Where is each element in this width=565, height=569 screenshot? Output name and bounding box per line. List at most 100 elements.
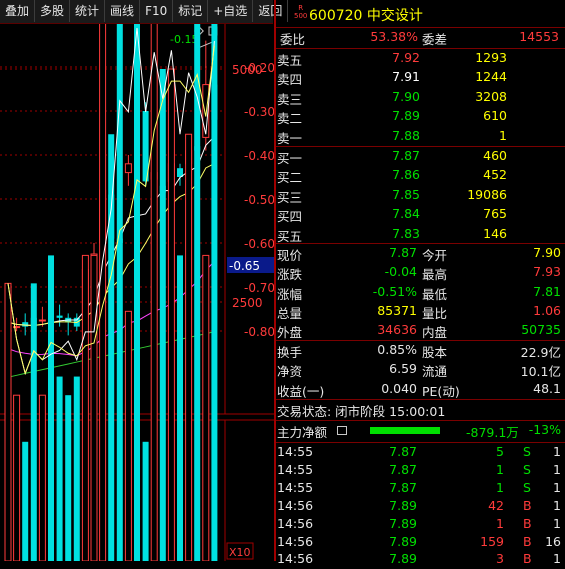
volume-bar <box>56 376 63 561</box>
weicha-label: 委差 <box>422 32 448 47</box>
volume-bar <box>65 395 72 561</box>
price-tick-label: -0.50 <box>244 193 275 207</box>
tick-price: 7.87 <box>389 461 417 477</box>
sell-level-row: 卖三 7.90 3208 <box>276 88 565 107</box>
stat-row: 外盘 34636 内盘 50735 <box>276 321 565 340</box>
tick-count: 1 <box>553 551 561 567</box>
level-label: 卖四 <box>277 72 303 88</box>
level-volume: 3208 <box>475 88 507 104</box>
fin-row: 净资 6.59 流通 10.1亿 <box>276 360 565 379</box>
tick-side: S <box>523 461 531 477</box>
weibi-row: 委比 53.38% 委差 14553 <box>276 28 565 47</box>
stat-row: 涨幅 -0.51% 最低 7.81 <box>276 283 565 302</box>
volume-bar <box>90 254 98 561</box>
stat-value: -0.04 <box>384 264 417 280</box>
list-icon[interactable] <box>337 426 347 435</box>
tick-row: 14:56 7.89 3 B 1 <box>276 550 565 569</box>
fin-value: 10.1亿 <box>520 364 561 380</box>
tick-time: 14:55 <box>277 444 314 459</box>
tick-volume: 42 <box>488 497 504 513</box>
tick-volume: 159 <box>480 533 504 549</box>
fin-row: 收益(一) 0.040 PE(动) 48.1 <box>276 380 565 399</box>
volume-bar <box>13 394 21 561</box>
tick-side: B <box>523 515 532 531</box>
toolbar-button-6[interactable]: +自选 <box>208 0 254 22</box>
fin-row: 换手 0.85% 股本 22.9亿 <box>276 341 565 360</box>
volume-bar <box>81 254 89 561</box>
stat-label: 外盘 <box>277 325 303 341</box>
tick-side: S <box>523 479 531 495</box>
level-price: 7.87 <box>392 148 420 163</box>
level-volume: 1 <box>499 127 507 143</box>
level-price: 7.91 <box>392 69 420 85</box>
stat-label: 现价 <box>277 248 303 263</box>
tick-row: 14:55 7.87 5 S 1 <box>276 443 565 462</box>
toolbar-button-3[interactable]: 画线 <box>105 0 141 22</box>
stat-label: 内盘 <box>422 325 448 341</box>
level-price: 7.88 <box>392 127 420 143</box>
volume-bar <box>185 133 193 561</box>
netflow-pct: -13% <box>528 422 561 437</box>
level-label: 买一 <box>277 151 303 166</box>
stat-label: 涨跌 <box>277 267 303 283</box>
tick-time: 14:55 <box>277 479 314 495</box>
tick-volume: 5 <box>496 444 504 459</box>
volume-bar <box>4 282 12 561</box>
level-label: 卖三 <box>277 91 303 107</box>
tick-time: 14:56 <box>277 533 314 549</box>
volume-tick-label: 2500 <box>232 296 263 310</box>
fin-value: 0.040 <box>381 380 417 396</box>
tick-side: B <box>523 533 532 549</box>
fin-value: 48.1 <box>533 380 561 396</box>
fin-label: 净资 <box>277 364 303 380</box>
tick-row: 14:55 7.87 1 S 1 <box>276 461 565 480</box>
kline-chart[interactable]: -0.20-0.30-0.40-0.50-0.60-0.65-0.70-0.80… <box>0 24 275 561</box>
netflow-row: 主力净额 -879.1万 -13% <box>276 421 565 440</box>
tick-row: 14:55 7.87 1 S 1 <box>276 479 565 498</box>
fin-label: PE(动) <box>422 383 460 399</box>
stat-label: 总量 <box>277 305 303 321</box>
tick-count: 1 <box>553 444 561 459</box>
fin-value: 22.9亿 <box>520 345 561 360</box>
level-label: 卖二 <box>277 111 303 127</box>
volume-bar <box>167 68 175 561</box>
level-label: 买二 <box>277 170 303 186</box>
volume-bar <box>150 24 158 561</box>
stat-value: 85371 <box>377 302 417 318</box>
weicha-value: 14553 <box>519 29 559 44</box>
tick-time: 14:56 <box>277 515 314 531</box>
tick-volume: 3 <box>496 551 504 567</box>
tick-volume: 1 <box>496 461 504 477</box>
fin-label: 股本 <box>422 345 448 360</box>
tick-price: 7.89 <box>389 497 417 513</box>
volume-bar <box>211 24 218 561</box>
stat-value: 34636 <box>377 322 417 338</box>
toolbar-button-4[interactable]: F10 <box>140 0 174 22</box>
volume-bar <box>177 255 183 561</box>
toolbar-button-2[interactable]: 统计 <box>70 0 106 22</box>
level-label: 买三 <box>277 189 303 205</box>
toolbar-button-5[interactable]: 标记 <box>173 0 209 22</box>
volume-bar <box>38 394 46 561</box>
tick-count: 1 <box>553 479 561 495</box>
tick-side: S <box>523 444 531 459</box>
tick-price: 7.87 <box>389 444 417 459</box>
level-price: 7.84 <box>392 206 420 222</box>
stock-header: R 500 600720 中交设计 <box>276 2 565 26</box>
stat-row: 现价 7.87 今开 7.90 <box>276 244 565 263</box>
stat-label: 最低 <box>422 286 448 302</box>
level-price: 7.89 <box>392 108 420 124</box>
stat-value: 7.81 <box>533 283 561 299</box>
buy-level-row: 买二 7.86 452 <box>276 166 565 185</box>
volume-bar <box>124 310 132 561</box>
stat-label: 今开 <box>422 248 448 263</box>
sell-level-row: 卖二 7.89 610 <box>276 107 565 126</box>
level-volume: 610 <box>483 108 507 124</box>
level-volume: 146 <box>483 225 507 241</box>
volume-tick-label: 5000 <box>232 63 263 77</box>
candle-body <box>38 319 46 322</box>
toolbar-button-0[interactable]: 叠加 <box>0 0 36 22</box>
toolbar-button-1[interactable]: 多股 <box>35 0 71 22</box>
level-volume: 452 <box>483 167 507 183</box>
stat-row: 总量 85371 量比 1.06 <box>276 302 565 321</box>
